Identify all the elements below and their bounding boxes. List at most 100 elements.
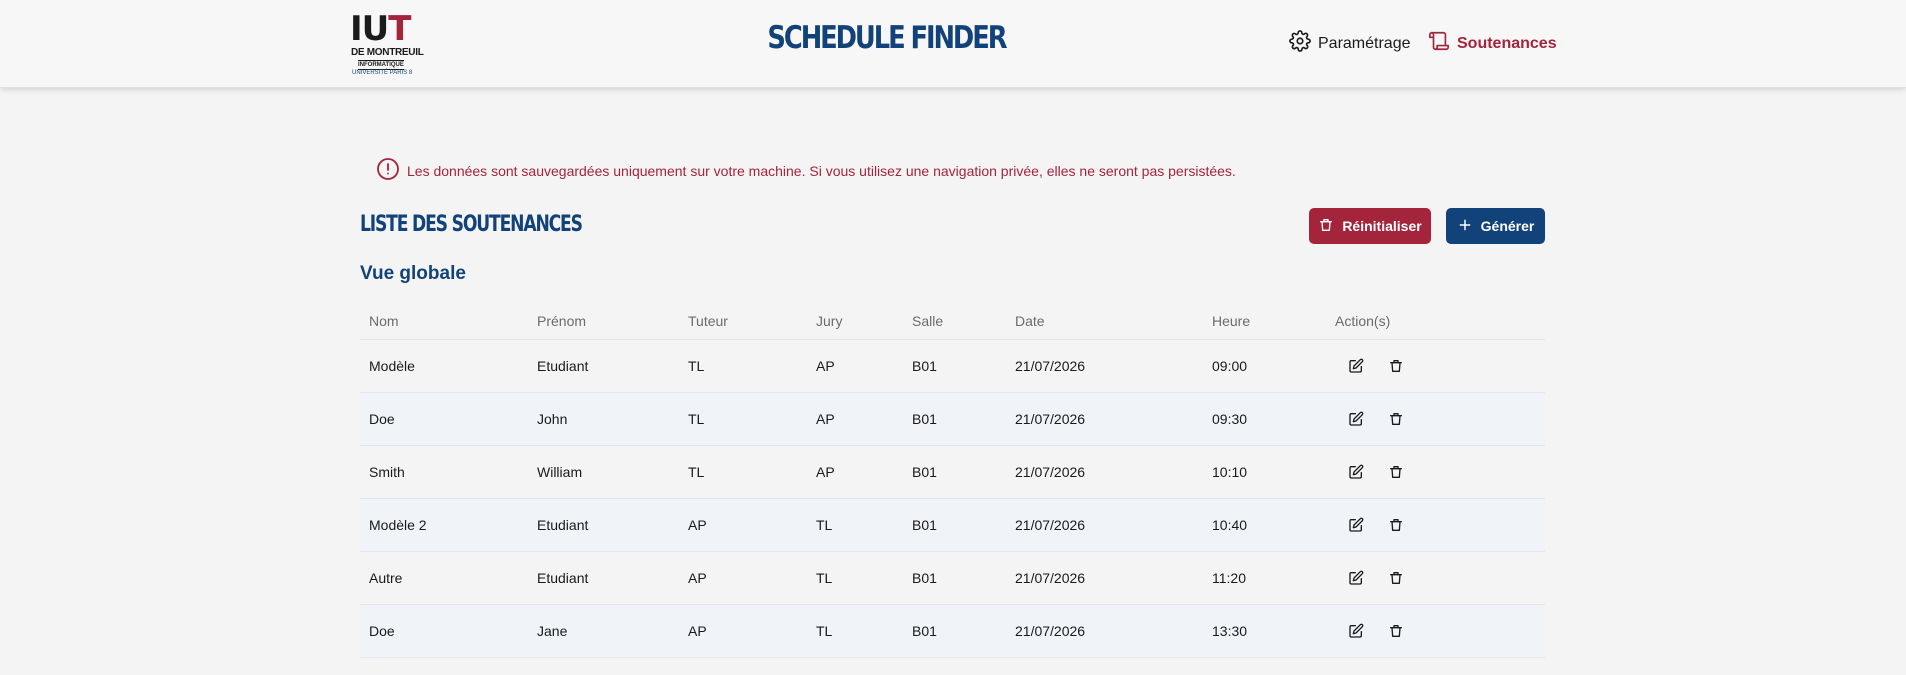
cell-tuteur: AP — [688, 570, 707, 586]
app-header: IUT DE MONTREUIL INFORMATIQUE UNIVERSITÉ… — [0, 0, 1906, 88]
cell-jury: AP — [816, 464, 835, 480]
nav-defenses-link[interactable]: Soutenances — [1428, 30, 1557, 57]
cell-nom: Doe — [369, 411, 395, 427]
cell-date: 21/07/2026 — [1015, 358, 1086, 374]
page-title: LISTE DES SOUTENANCES — [360, 212, 583, 237]
table-row: Autre Etudiant AP TL B01 21/07/2026 11:2… — [360, 552, 1545, 605]
generate-button[interactable]: Générer — [1446, 208, 1545, 244]
gear-icon — [1289, 30, 1311, 57]
reset-button[interactable]: Réinitialiser — [1309, 208, 1431, 244]
cell-prenom: Jane — [537, 623, 568, 639]
overview-subtitle: Vue globale — [360, 263, 466, 284]
edit-icon[interactable] — [1348, 517, 1364, 533]
logo-main-text: IUT — [350, 9, 411, 49]
cell-salle: B01 — [912, 570, 937, 586]
cell-prenom: Etudiant — [537, 358, 589, 374]
table-header-row: Nom Prénom Tuteur Jury Salle Date Heure … — [360, 302, 1545, 340]
cell-nom: Modèle — [369, 358, 415, 374]
defenses-table: Nom Prénom Tuteur Jury Salle Date Heure … — [360, 302, 1545, 658]
row-actions — [1348, 499, 1404, 551]
trash-icon[interactable] — [1388, 570, 1404, 586]
trash-icon[interactable] — [1388, 517, 1404, 533]
cell-salle: B01 — [912, 358, 937, 374]
app-title: SCHEDULE FINDER — [767, 20, 1007, 56]
cell-tuteur: AP — [688, 517, 707, 533]
table-row: Smith William TL AP B01 21/07/2026 10:10 — [360, 446, 1545, 499]
row-actions — [1348, 340, 1404, 392]
row-actions — [1348, 446, 1404, 498]
cell-jury: TL — [816, 517, 833, 533]
cell-prenom: William — [537, 464, 583, 480]
logo-line-2: INFORMATIQUE — [358, 60, 404, 70]
cell-prenom: Etudiant — [537, 517, 589, 533]
row-actions — [1348, 605, 1404, 657]
header-actions: Action(s) — [1335, 312, 1391, 329]
cell-jury: AP — [816, 358, 835, 374]
scroll-icon — [1428, 30, 1450, 57]
header-tuteur[interactable]: Tuteur — [688, 302, 728, 339]
edit-icon[interactable] — [1348, 411, 1364, 427]
cell-jury: AP — [816, 411, 835, 427]
cell-heure: 09:30 — [1212, 411, 1248, 427]
cell-salle: B01 — [912, 464, 937, 480]
cell-salle: B01 — [912, 517, 937, 533]
header-prenom[interactable]: Prénom — [537, 302, 586, 339]
iut-logo[interactable]: IUT DE MONTREUIL INFORMATIQUE UNIVERSITÉ… — [350, 9, 424, 78]
cell-prenom: Etudiant — [537, 570, 589, 586]
cell-salle: B01 — [912, 623, 937, 639]
nav-defenses-label: Soutenances — [1457, 34, 1557, 52]
cell-tuteur: AP — [688, 623, 707, 639]
trash-icon[interactable] — [1388, 623, 1404, 639]
header-salle[interactable]: Salle — [912, 302, 943, 339]
header-jury[interactable]: Jury — [816, 302, 842, 339]
trash-icon[interactable] — [1388, 464, 1404, 480]
nav-settings-label: Paramétrage — [1318, 34, 1411, 52]
cell-heure: 10:40 — [1212, 517, 1248, 533]
reset-button-label: Réinitialiser — [1342, 218, 1422, 234]
cell-date: 21/07/2026 — [1015, 464, 1086, 480]
alert-text: Les données sont sauvegardées uniquement… — [407, 162, 1236, 179]
trash-icon[interactable] — [1388, 411, 1404, 427]
row-actions — [1348, 393, 1404, 445]
trash-icon[interactable] — [1388, 358, 1404, 374]
cell-heure: 11:20 — [1212, 570, 1246, 586]
header-heure[interactable]: Heure — [1212, 302, 1250, 339]
persistence-alert: Les données sont sauvegardées uniquement… — [376, 157, 1236, 184]
edit-icon[interactable] — [1348, 623, 1364, 639]
plus-icon — [1457, 217, 1473, 236]
cell-jury: TL — [816, 623, 833, 639]
cell-jury: TL — [816, 570, 833, 586]
cell-heure: 09:00 — [1212, 358, 1248, 374]
cell-tuteur: TL — [688, 411, 705, 427]
table-row: Modèle Etudiant TL AP B01 21/07/2026 09:… — [360, 340, 1545, 393]
nav-settings-link[interactable]: Paramétrage — [1289, 30, 1411, 57]
logo-line-1: DE MONTREUIL — [351, 47, 424, 58]
edit-icon[interactable] — [1348, 358, 1364, 374]
table-row: Modèle 2 Etudiant AP TL B01 21/07/2026 1… — [360, 499, 1545, 552]
cell-date: 21/07/2026 — [1015, 517, 1086, 533]
row-actions — [1348, 552, 1404, 604]
edit-icon[interactable] — [1348, 464, 1364, 480]
cell-tuteur: TL — [688, 464, 705, 480]
table-row: Doe Jane AP TL B01 21/07/2026 13:30 — [360, 605, 1545, 658]
cell-date: 21/07/2026 — [1015, 411, 1086, 427]
cell-heure: 13:30 — [1212, 623, 1248, 639]
cell-date: 21/07/2026 — [1015, 570, 1086, 586]
logo-line-3: UNIVERSITÉ PARIS 8 — [352, 70, 413, 76]
header-date[interactable]: Date — [1015, 302, 1045, 339]
cell-heure: 10:10 — [1212, 464, 1248, 480]
trash-icon — [1318, 217, 1334, 236]
edit-icon[interactable] — [1348, 570, 1364, 586]
generate-button-label: Générer — [1480, 218, 1535, 234]
header-nom[interactable]: Nom — [369, 302, 399, 339]
cell-salle: B01 — [912, 411, 937, 427]
cell-nom: Modèle 2 — [369, 517, 427, 533]
alert-circle-icon — [376, 157, 400, 184]
cell-nom: Autre — [369, 570, 403, 586]
cell-date: 21/07/2026 — [1015, 623, 1086, 639]
cell-nom: Doe — [369, 623, 395, 639]
table-row: Doe John TL AP B01 21/07/2026 09:30 — [360, 393, 1545, 446]
cell-prenom: John — [537, 411, 568, 427]
cell-tuteur: TL — [688, 358, 705, 374]
cell-nom: Smith — [369, 464, 405, 480]
